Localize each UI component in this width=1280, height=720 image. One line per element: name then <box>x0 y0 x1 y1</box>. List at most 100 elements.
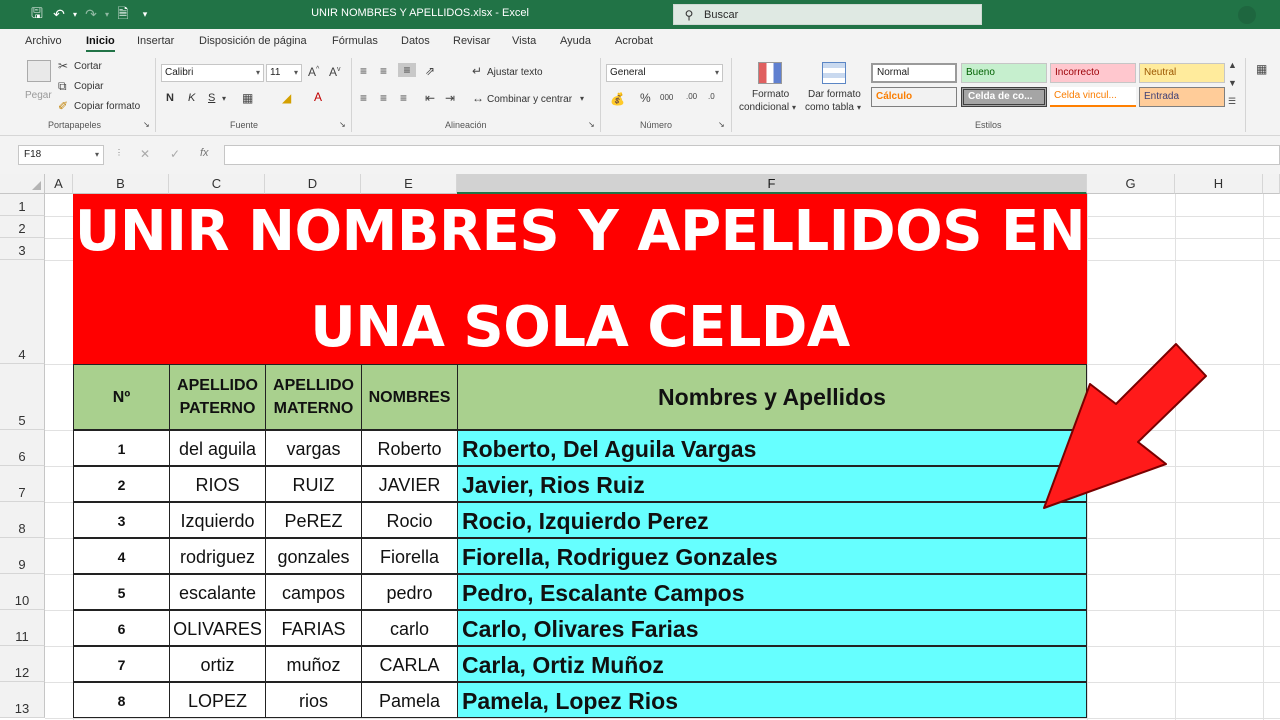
decrease-decimal-icon[interactable]: .0 <box>708 92 715 101</box>
tab-formulas[interactable]: Fórmulas <box>332 35 378 47</box>
column-header-g[interactable]: G <box>1087 174 1175 194</box>
tab-datos[interactable]: Datos <box>401 35 430 47</box>
tab-inicio[interactable]: Inicio <box>86 35 115 52</box>
cell-materno[interactable]: vargas <box>265 430 362 466</box>
cell-num[interactable]: 6 <box>73 610 170 646</box>
row-header-1[interactable]: 1 <box>0 194 45 216</box>
cell-materno[interactable]: RUIZ <box>265 466 362 502</box>
cell-paterno[interactable]: RIOS <box>169 466 266 502</box>
cell-paterno[interactable]: escalante <box>169 574 266 610</box>
format-table-label-2[interactable]: como tabla <box>805 102 854 113</box>
paste-icon[interactable] <box>27 60 51 82</box>
row-header-2[interactable]: 2 <box>0 216 45 238</box>
conditional-format-label-1[interactable]: Formato <box>752 89 789 100</box>
merge-center-button[interactable]: Combinar y centrar <box>487 94 572 105</box>
cell-nombre[interactable]: JAVIER <box>361 466 458 502</box>
clipboard-launcher-icon[interactable]: ↘ <box>143 120 150 129</box>
percent-icon[interactable]: % <box>640 91 651 105</box>
increase-font-icon[interactable]: A^ <box>308 65 319 79</box>
font-name-select[interactable]: Calibri ▾ <box>161 64 264 82</box>
paste-button[interactable]: Pegar <box>25 90 52 101</box>
cell-num[interactable]: 5 <box>73 574 170 610</box>
merge-dropdown-icon[interactable]: ▾ <box>580 94 584 103</box>
tab-acrobat[interactable]: Acrobat <box>615 35 653 47</box>
header-cell-result[interactable]: Nombres y Apellidos <box>457 364 1087 430</box>
tab-ayuda[interactable]: Ayuda <box>560 35 591 47</box>
row-header-12[interactable]: 12 <box>0 646 45 682</box>
column-header-d[interactable]: D <box>265 174 361 194</box>
cell-nombre[interactable]: carlo <box>361 610 458 646</box>
cell-paterno[interactable]: ortiz <box>169 646 266 682</box>
cell-paterno[interactable]: Izquierdo <box>169 502 266 538</box>
header-cell-nombres[interactable]: NOMBRES <box>361 364 458 430</box>
style-incorrecto[interactable]: Incorrecto <box>1050 63 1136 83</box>
row-header-13[interactable]: 13 <box>0 682 45 718</box>
font-color-icon[interactable]: A <box>314 90 322 104</box>
cell-paterno[interactable]: LOPEZ <box>169 682 266 718</box>
alignment-launcher-icon[interactable]: ↘ <box>588 120 595 129</box>
enter-icon[interactable]: ✓ <box>170 147 180 161</box>
decrease-indent-icon[interactable]: ⇤ <box>425 91 435 105</box>
number-format-select[interactable]: General ▾ <box>606 64 723 82</box>
cell-resultado[interactable]: Roberto, Del Aguila Vargas <box>457 430 1087 466</box>
row-header-9[interactable]: 9 <box>0 538 45 574</box>
cell-nombre[interactable]: Rocio <box>361 502 458 538</box>
cell-nombre[interactable]: Roberto <box>361 430 458 466</box>
cell-num[interactable]: 7 <box>73 646 170 682</box>
cell-num[interactable]: 3 <box>73 502 170 538</box>
style-neutral[interactable]: Neutral <box>1139 63 1225 83</box>
cell-materno[interactable]: gonzales <box>265 538 362 574</box>
cell-nombre[interactable]: CARLA <box>361 646 458 682</box>
row-header-8[interactable]: 8 <box>0 502 45 538</box>
underline-button[interactable]: S <box>208 92 215 104</box>
header-cell-num[interactable]: Nº <box>73 364 170 430</box>
cell-materno[interactable]: muñoz <box>265 646 362 682</box>
borders-icon[interactable]: ▦ <box>242 91 253 105</box>
format-table-label-1[interactable]: Dar formato <box>808 89 861 100</box>
style-celda-vinculada[interactable]: Celda vincul... <box>1050 87 1136 107</box>
header-cell-paterno[interactable]: APELLIDO PATERNO <box>169 364 266 430</box>
column-header-f[interactable]: F <box>457 174 1087 194</box>
bold-button[interactable]: N <box>166 92 174 104</box>
cell-resultado[interactable]: Rocio, Izquierdo Perez <box>457 502 1087 538</box>
cell-resultado[interactable]: Fiorella, Rodriguez Gonzales <box>457 538 1087 574</box>
align-top-icon[interactable]: ≡ <box>360 64 367 78</box>
cell-materno[interactable]: campos <box>265 574 362 610</box>
style-normal[interactable]: Normal <box>871 63 957 83</box>
cell-paterno[interactable]: del aguila <box>169 430 266 466</box>
currency-icon[interactable]: 💰 <box>610 92 625 106</box>
format-painter-button[interactable]: Copiar formato <box>74 101 140 112</box>
column-header-c[interactable]: C <box>169 174 265 194</box>
conditional-format-label-2[interactable]: condicional <box>739 102 789 113</box>
cell-num[interactable]: 2 <box>73 466 170 502</box>
styles-scroll-down-icon[interactable]: ▼ <box>1228 78 1237 88</box>
style-bueno[interactable]: Bueno <box>961 63 1047 83</box>
search-box[interactable]: ⚲ Buscar <box>673 4 982 25</box>
insert-function-button[interactable]: fx <box>200 147 209 159</box>
cell-materno[interactable]: rios <box>265 682 362 718</box>
cell-num[interactable]: 1 <box>73 430 170 466</box>
insert-cells-icon[interactable]: ▦ <box>1256 62 1267 76</box>
fill-color-icon[interactable]: ◢ <box>282 91 291 105</box>
cancel-icon[interactable]: ✕ <box>140 147 150 161</box>
cell-nombre[interactable]: Fiorella <box>361 538 458 574</box>
column-header-b[interactable]: B <box>73 174 169 194</box>
cell-resultado[interactable]: Pedro, Escalante Campos <box>457 574 1087 610</box>
column-header-i[interactable] <box>1263 174 1280 194</box>
number-launcher-icon[interactable]: ↘ <box>718 120 725 129</box>
cell-resultado[interactable]: Pamela, Lopez Rios <box>457 682 1087 718</box>
select-all-button[interactable] <box>0 174 45 194</box>
styles-more-icon[interactable]: ☰ <box>1228 96 1236 107</box>
align-middle-icon[interactable]: ≡ <box>380 64 387 78</box>
cell-paterno[interactable]: OLIVARES <box>169 610 266 646</box>
italic-button[interactable]: K <box>188 92 195 104</box>
font-size-select[interactable]: 11 ▾ <box>266 64 302 82</box>
account-icon[interactable] <box>1238 6 1256 24</box>
cell-num[interactable]: 4 <box>73 538 170 574</box>
name-box[interactable]: F18 ▾ <box>18 145 104 165</box>
formula-input[interactable] <box>224 145 1280 165</box>
underline-dropdown-icon[interactable]: ▾ <box>222 94 226 103</box>
cell-num[interactable]: 8 <box>73 682 170 718</box>
tab-insertar[interactable]: Insertar <box>137 35 174 47</box>
thousands-icon[interactable]: 000 <box>660 93 673 102</box>
